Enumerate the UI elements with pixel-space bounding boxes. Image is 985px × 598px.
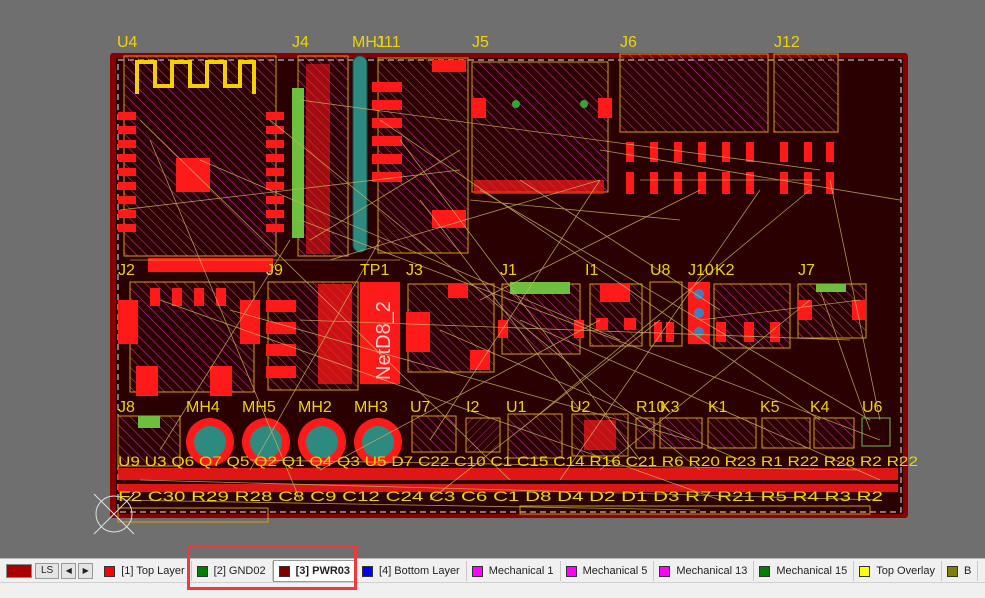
layer-tabs-bar: LS ◀ ▶ [1] Top Layer [2] GND02 [3] PWR03… <box>0 558 985 583</box>
next-layer-button[interactable]: ▶ <box>78 563 94 579</box>
layer-tab-mech1[interactable]: Mechanical 1 <box>467 561 561 581</box>
ref-k4: K4 <box>810 399 830 416</box>
ref-j5: J5 <box>472 34 489 51</box>
component-j12[interactable] <box>773 53 839 194</box>
ref-k5: K5 <box>760 399 780 416</box>
layer-set-button[interactable]: LS <box>35 563 60 579</box>
layer-tab-bottom[interactable]: [4] Bottom Layer <box>357 561 467 581</box>
ref-j6: J6 <box>620 34 637 51</box>
layer-color-swatch <box>759 565 771 577</box>
ref-j2: J2 <box>118 262 135 279</box>
layer-tab-label: [4] Bottom Layer <box>379 565 460 577</box>
layer-color-swatch <box>859 565 871 577</box>
component-j7[interactable] <box>797 283 867 339</box>
layer-tab-gnd02[interactable]: [2] GND02 <box>192 561 273 581</box>
layer-tab-mech5[interactable]: Mechanical 5 <box>561 561 655 581</box>
component-j5[interactable] <box>471 61 612 194</box>
ref-u4: U4 <box>117 34 138 51</box>
ref-mh5: MH5 <box>242 399 276 416</box>
layer-tab-mech15[interactable]: Mechanical 15 <box>754 561 855 581</box>
layer-tab-label: B <box>963 565 972 577</box>
ref-j7: J7 <box>798 262 815 279</box>
layer-color-swatch <box>659 565 671 577</box>
component-k2[interactable] <box>713 283 791 349</box>
layer-tab-label: Top Overlay <box>876 565 935 577</box>
layer-color-swatch <box>362 565 374 577</box>
ref-j11: J11 <box>376 34 401 51</box>
ref-j8: J8 <box>118 399 135 416</box>
component-j9[interactable] <box>266 281 359 391</box>
layer-color-swatch <box>565 565 577 577</box>
ref-u2: U2 <box>570 399 591 416</box>
component-j2[interactable] <box>118 281 260 396</box>
ref-j3: J3 <box>406 262 423 279</box>
u4-pads-right <box>266 112 284 232</box>
layer-color-swatch <box>278 565 290 577</box>
component-j3[interactable] <box>406 283 495 373</box>
ref-k3: K3 <box>660 399 680 416</box>
prev-layer-button[interactable]: ◀ <box>61 563 77 579</box>
component-mh1[interactable] <box>352 55 368 253</box>
layer-tab-label: Mechanical 13 <box>676 565 748 577</box>
ref-j1: J1 <box>500 262 517 279</box>
ref-u6: U6 <box>862 399 883 416</box>
pcb-board-view[interactable]: NetD8_2 U4 J4 MH1 J11 J5 J6 J12 J2 J9 TP… <box>0 0 985 558</box>
net-label: NetD8_2 <box>373 301 395 380</box>
ref-j4: J4 <box>292 34 309 51</box>
ref-i2: I2 <box>466 399 479 416</box>
ref-i1: I1 <box>585 262 598 279</box>
layer-tab-pwr03[interactable]: [3] PWR03 <box>272 560 358 582</box>
component-tp1[interactable]: NetD8_2 <box>360 282 400 384</box>
ref-u7: U7 <box>410 399 431 416</box>
pcb-canvas[interactable]: NetD8_2 U4 J4 MH1 J11 J5 J6 J12 J2 J9 TP… <box>0 0 985 558</box>
layer-tab-top[interactable]: [1] Top Layer <box>99 561 192 581</box>
ref-j12: J12 <box>774 34 800 51</box>
layer-color-swatch <box>946 565 958 577</box>
layer-tab-top-overlay[interactable]: Top Overlay <box>854 561 942 581</box>
layer-tab-label: [1] Top Layer <box>121 565 185 577</box>
current-layer-swatch[interactable] <box>6 564 32 578</box>
component-j1[interactable] <box>498 282 584 355</box>
ref-k1: K1 <box>708 399 728 416</box>
ref-row-2: F2 C30 R29 R28 C8 C9 C12 C24 C3 C6 C1 D8… <box>118 488 883 504</box>
ref-mh2: MH2 <box>298 399 332 416</box>
layer-tab-label: [2] GND02 <box>213 565 266 577</box>
ref-mh3: MH3 <box>354 399 388 416</box>
ref-u1: U1 <box>506 399 527 416</box>
ref-k2: K2 <box>715 262 735 279</box>
ref-row-1: U9 U3 Q6 Q7 Q5 Q2 Q1 Q4 Q3 U5 D7 C22 C10… <box>118 453 918 469</box>
ref-j9: J9 <box>266 262 283 279</box>
ref-mh4: MH4 <box>186 399 220 416</box>
layer-color-swatch <box>196 565 208 577</box>
layer-color-swatch <box>104 565 116 577</box>
layer-tab-label: [3] PWR03 <box>295 565 351 577</box>
layer-tab-label: Mechanical 5 <box>582 565 648 577</box>
layer-color-swatch <box>471 565 483 577</box>
component-u4[interactable] <box>123 55 277 272</box>
ref-tp1: TP1 <box>360 262 389 279</box>
layer-tab-bottom-overlay[interactable]: B <box>942 561 979 581</box>
ref-u8: U8 <box>650 262 671 279</box>
ref-j10: J10 <box>688 262 714 279</box>
layer-tab-label: Mechanical 15 <box>776 565 848 577</box>
status-bar <box>0 582 985 598</box>
u4-pads-left <box>118 112 136 232</box>
layer-tab-label: Mechanical 1 <box>488 565 554 577</box>
component-j4[interactable] <box>292 55 349 257</box>
layer-tab-mech13[interactable]: Mechanical 13 <box>654 561 755 581</box>
